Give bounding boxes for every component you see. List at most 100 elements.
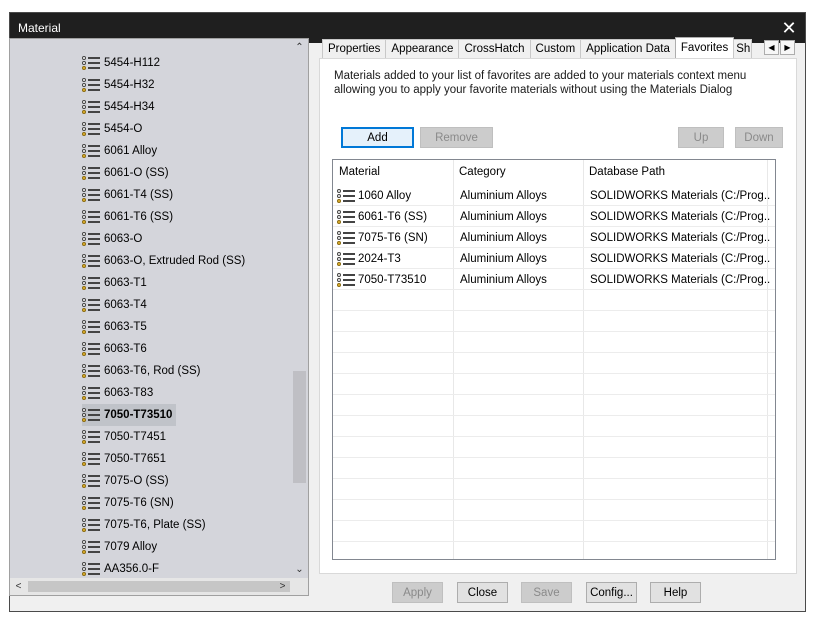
table-row[interactable]: 7050-T73510 Aluminium Alloys SOLIDWORKS Ma… bbox=[333, 269, 775, 290]
table-row[interactable]: 1060 Alloy Aluminium Alloys SOLIDWORKS Mat… bbox=[333, 185, 775, 206]
row-divider bbox=[333, 310, 775, 311]
material-icon bbox=[337, 209, 355, 225]
scroll-up-icon[interactable]: ⌃ bbox=[291, 39, 308, 56]
tree-item[interactable]: 7075-T6 (SN) bbox=[82, 492, 178, 514]
tree-item[interactable]: 5454-H34 bbox=[82, 96, 159, 118]
tree-item[interactable]: 6063-T4 bbox=[82, 294, 151, 316]
row-divider bbox=[333, 541, 775, 542]
material-icon bbox=[82, 99, 100, 115]
table-row[interactable]: 6061-T6 (SS) Aluminium Alloys SOLIDWORKS M… bbox=[333, 206, 775, 227]
tree-item[interactable]: 7050-T7451 bbox=[82, 426, 170, 448]
material-icon bbox=[82, 495, 100, 511]
tree-horizontal-scrollbar[interactable]: < > bbox=[10, 578, 308, 595]
tree-item[interactable]: 7050-T7651 bbox=[82, 448, 170, 470]
database-path-cell: SOLIDWORKS Materials (C:/Prog... bbox=[590, 189, 770, 202]
material-icon bbox=[82, 165, 100, 181]
tree-item-label: 6063-O bbox=[104, 233, 143, 245]
tree-item[interactable]: 6061-T6 (SS) bbox=[82, 206, 177, 228]
category-cell: Aluminium Alloys bbox=[460, 273, 547, 286]
tab-application-data[interactable]: Application Data bbox=[580, 39, 676, 58]
table-row[interactable]: 2024-T3 Aluminium Alloys SOLIDWORKS Materi… bbox=[333, 248, 775, 269]
tree-item-label: 7050-T7651 bbox=[104, 453, 167, 465]
tree-item[interactable]: 7050-T73510 bbox=[82, 404, 177, 426]
help-button[interactable]: Help bbox=[650, 582, 701, 603]
apply-button[interactable]: Apply bbox=[392, 582, 443, 603]
up-button[interactable]: Up bbox=[678, 127, 724, 148]
row-divider bbox=[333, 499, 775, 500]
tab-appearance[interactable]: Appearance bbox=[385, 39, 460, 58]
tree-item-label: 5454-O bbox=[104, 123, 143, 135]
scroll-right-icon[interactable]: > bbox=[274, 578, 291, 595]
tree-item[interactable]: 6063-T83 bbox=[82, 382, 157, 404]
tree-item-label: 6061 Alloy bbox=[104, 145, 158, 157]
tree-item[interactable]: 5454-H32 bbox=[82, 74, 159, 96]
material-icon bbox=[82, 407, 100, 423]
material-icon bbox=[82, 451, 100, 467]
material-tree: 5454-H112 5454-H32 5454-H34 5454-O 6061 Allo… bbox=[9, 38, 309, 596]
tree-item[interactable]: 7075-T6, Plate (SS) bbox=[82, 514, 210, 536]
material-icon bbox=[82, 363, 100, 379]
category-cell: Aluminium Alloys bbox=[460, 210, 547, 223]
tree-item[interactable]: 6063-O bbox=[82, 228, 146, 250]
scroll-down-icon[interactable]: ⌄ bbox=[291, 561, 308, 578]
tab-sheet-metal[interactable]: Sh bbox=[733, 39, 753, 58]
material-icon bbox=[82, 55, 100, 71]
tree-item[interactable]: 6061 Alloy bbox=[82, 140, 161, 162]
material-icon bbox=[82, 187, 100, 203]
tree-item[interactable]: 7075-O (SS) bbox=[82, 470, 173, 492]
config-button[interactable]: Config... bbox=[586, 582, 637, 603]
tree-item[interactable]: 6063-T6 bbox=[82, 338, 151, 360]
tree-item[interactable]: 6061-T4 (SS) bbox=[82, 184, 177, 206]
tab-scroll-right-icon[interactable]: ▶ bbox=[780, 40, 795, 55]
tab-custom[interactable]: Custom bbox=[529, 39, 582, 58]
column-header-category[interactable]: Category bbox=[453, 160, 583, 184]
material-cell: 6061-T6 (SS) bbox=[337, 206, 451, 227]
remove-button[interactable]: Remove bbox=[420, 127, 493, 148]
row-divider bbox=[333, 394, 775, 395]
material-icon bbox=[82, 253, 100, 269]
material-name: 7050-T73510 bbox=[358, 273, 427, 286]
database-path-cell: SOLIDWORKS Materials (C:/Prog... bbox=[590, 231, 770, 244]
tree-item[interactable]: 7079 Alloy bbox=[82, 536, 161, 558]
table-row[interactable]: 7075-T6 (SN) Aluminium Alloys SOLIDWORKS M… bbox=[333, 227, 775, 248]
tree-item-label: AA356.0-F bbox=[104, 563, 159, 575]
down-button[interactable]: Down bbox=[735, 127, 783, 148]
material-icon bbox=[82, 429, 100, 445]
tab-strip: Properties Appearance CrossHatch Custom … bbox=[322, 37, 753, 59]
category-cell: Aluminium Alloys bbox=[460, 189, 547, 202]
column-header-database-path[interactable]: Database Path bbox=[583, 160, 773, 184]
tree-vertical-scrollbar[interactable]: ⌃ ⌄ bbox=[291, 39, 308, 578]
tree-item[interactable]: 6063-T5 bbox=[82, 316, 151, 338]
tree-item[interactable]: AA356.0-F bbox=[82, 558, 163, 578]
tab-favorites[interactable]: Favorites bbox=[674, 37, 735, 58]
material-icon bbox=[82, 275, 100, 291]
close-icon[interactable]: ✕ bbox=[773, 13, 805, 43]
column-header-material[interactable]: Material bbox=[333, 160, 453, 184]
tree-item-label: 6061-O (SS) bbox=[104, 167, 169, 179]
tree-item[interactable]: 6063-O, Extruded Rod (SS) bbox=[82, 250, 249, 272]
save-button[interactable]: Save bbox=[521, 582, 572, 603]
tab-properties[interactable]: Properties bbox=[322, 39, 387, 58]
tree-item[interactable]: 5454-O bbox=[82, 118, 146, 140]
tree-item-label: 5454-H112 bbox=[104, 57, 161, 69]
tree-item[interactable]: 6063-T6, Rod (SS) bbox=[82, 360, 205, 382]
material-cell: 2024-T3 bbox=[337, 248, 451, 269]
tab-scroll-left-icon[interactable]: ◀ bbox=[764, 40, 779, 55]
add-button[interactable]: Add bbox=[341, 127, 414, 148]
tab-crosshatch[interactable]: CrossHatch bbox=[458, 39, 531, 58]
close-button[interactable]: Close bbox=[457, 582, 508, 603]
tree-item[interactable]: 6063-T1 bbox=[82, 272, 151, 294]
horizontal-scroll-thumb[interactable] bbox=[28, 581, 290, 592]
material-icon bbox=[82, 297, 100, 313]
category-cell: Aluminium Alloys bbox=[460, 231, 547, 244]
tree-item[interactable]: 5454-H112 bbox=[82, 52, 164, 74]
tree-item-label: 6063-T6, Rod (SS) bbox=[104, 365, 201, 377]
vertical-scroll-thumb[interactable] bbox=[293, 371, 306, 483]
tree-item-label: 5454-H32 bbox=[104, 79, 155, 91]
tree-item-label: 5454-H34 bbox=[104, 101, 155, 113]
material-name: 2024-T3 bbox=[358, 252, 401, 265]
tree-item-label: 7075-T6, Plate (SS) bbox=[104, 519, 206, 531]
tree-item[interactable]: 6061-O (SS) bbox=[82, 162, 173, 184]
row-divider bbox=[333, 436, 775, 437]
scroll-left-icon[interactable]: < bbox=[10, 578, 27, 595]
